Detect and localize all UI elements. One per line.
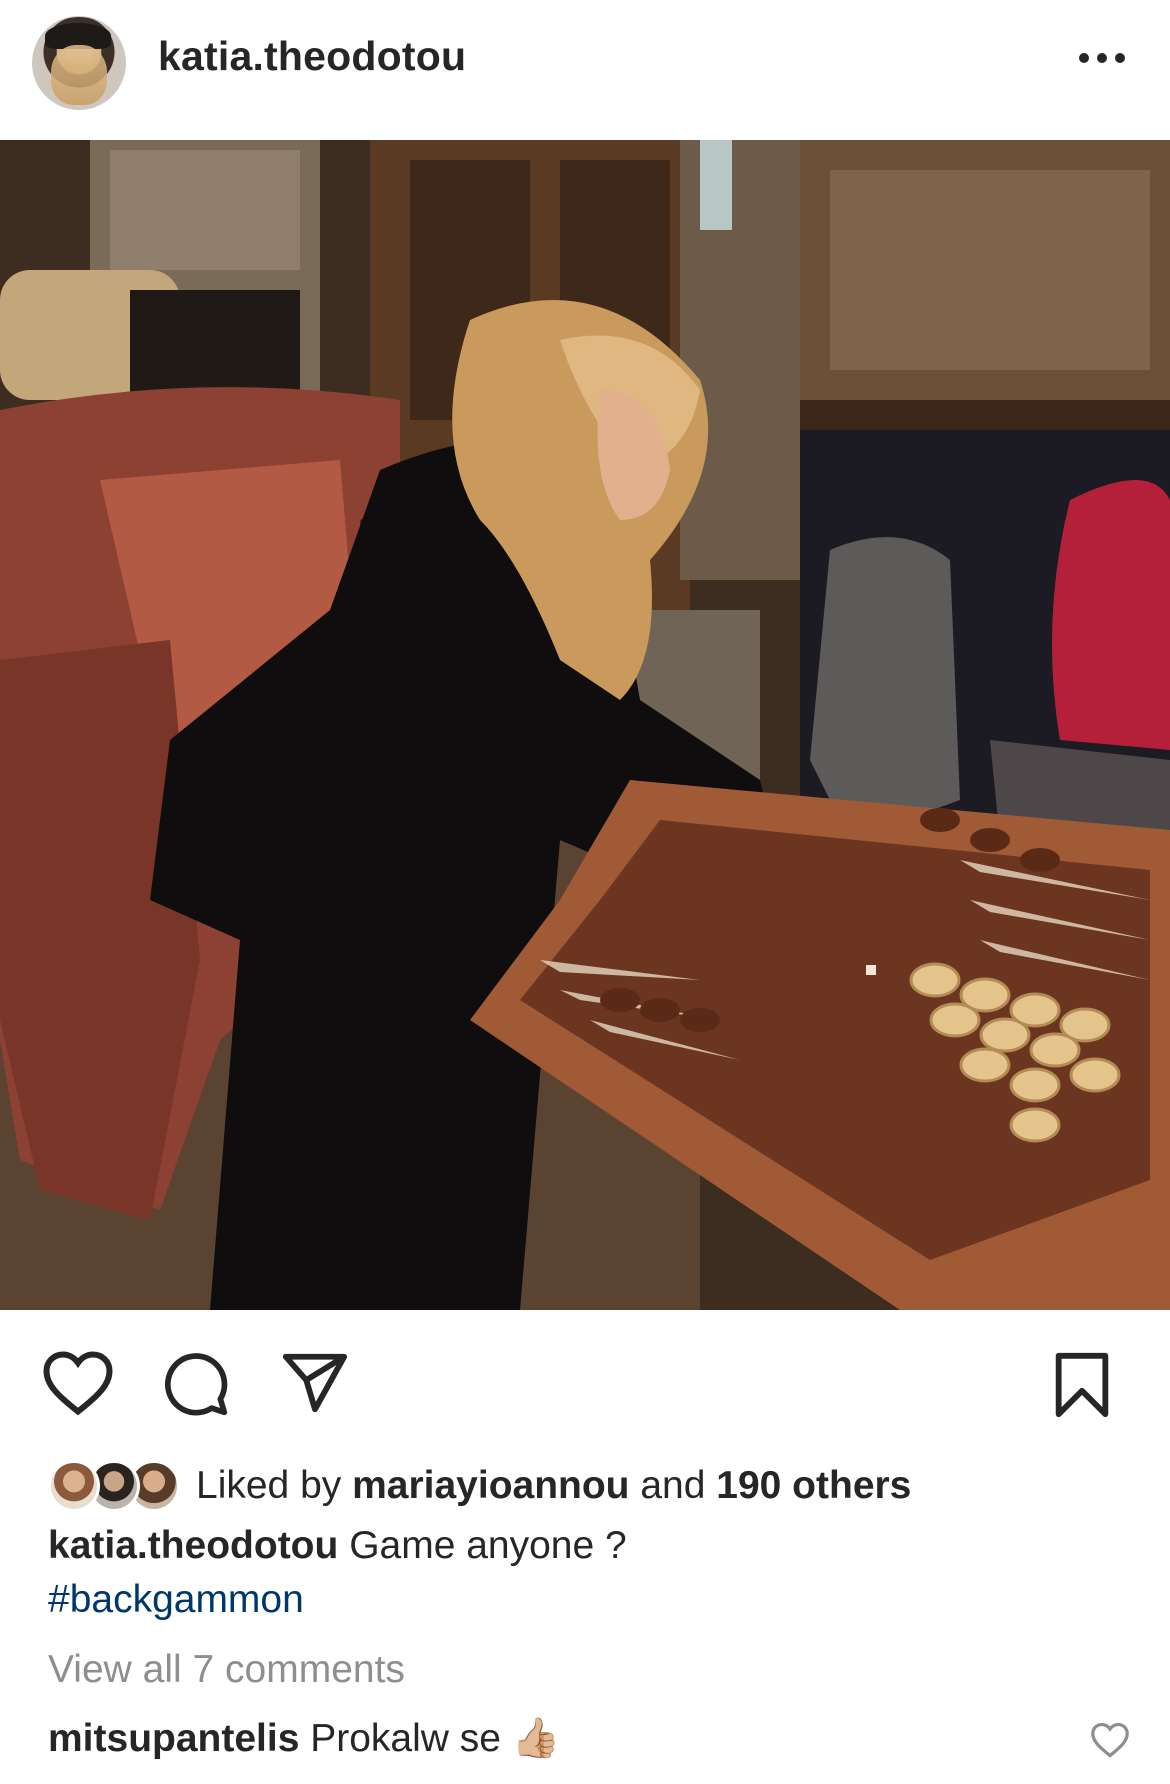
bookmark-icon[interactable] <box>1052 1350 1112 1425</box>
thumbs-up-emoji: 👍🏼 <box>511 1717 561 1760</box>
caption-text: Game anyone ? <box>349 1524 627 1567</box>
liker-username[interactable]: mariayioannou <box>352 1464 629 1508</box>
caption: katia.theodotou Game anyone ? <box>48 1518 1128 1574</box>
likes-and: and <box>640 1464 706 1507</box>
likes-row: Liked by mariayioannou and 190 others <box>48 1456 911 1516</box>
profile-avatar[interactable] <box>32 16 126 110</box>
comment-icon[interactable] <box>162 1350 230 1423</box>
heart-icon[interactable] <box>42 1350 114 1421</box>
likes-prefix: Liked by <box>196 1464 342 1507</box>
hashtag-link[interactable]: #backgammon <box>48 1572 304 1628</box>
comment-username[interactable]: mitsupantelis <box>48 1717 299 1760</box>
liker-avatars[interactable] <box>48 1458 182 1514</box>
likes-count[interactable]: 190 others <box>716 1464 911 1508</box>
caption-username[interactable]: katia.theodotou <box>48 1524 338 1567</box>
comment-like-heart-icon[interactable] <box>1090 1722 1130 1763</box>
post-image[interactable] <box>0 140 1170 1310</box>
action-bar <box>0 1330 1170 1440</box>
view-all-comments-link[interactable]: View all 7 comments <box>48 1642 405 1698</box>
send-icon[interactable] <box>280 1348 350 1423</box>
post-username[interactable]: katia.theodotou <box>158 33 466 80</box>
more-options-icon[interactable] <box>1076 48 1128 68</box>
post-header: katia.theodotou <box>0 0 1170 140</box>
liker-avatar <box>48 1460 100 1512</box>
comment-item: mitsupantelis Prokalw se 👍🏼 <box>48 1711 560 1767</box>
comment-text: Prokalw se <box>310 1717 501 1760</box>
